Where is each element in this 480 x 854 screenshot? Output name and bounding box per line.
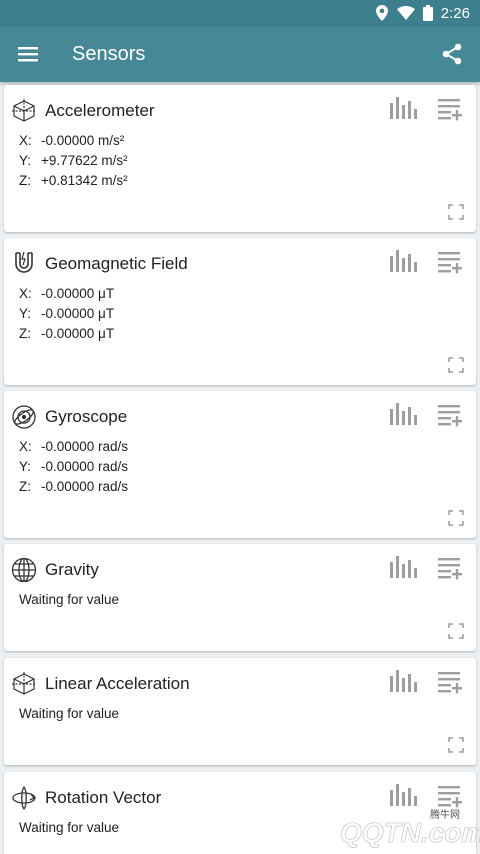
axis-value: -0.00000 rad/s (41, 479, 129, 494)
status-bar: 2:26 (0, 0, 480, 26)
sensor-name: Rotation Vector (45, 788, 162, 807)
battery-icon (422, 5, 433, 21)
watermark-sub: 腾牛网 (430, 808, 460, 821)
hamburger-icon (18, 47, 38, 62)
sensor-values: X: -0.00000 m/s² Y: +9.77622 m/s² Z: +0.813… (19, 131, 128, 191)
share-icon (442, 43, 462, 65)
axis-value: -0.00000 rad/s (41, 439, 129, 454)
sensor-card-linear-acceleration[interactable]: Linear Acceleration Waiting for value (4, 658, 476, 765)
value-row-x: X: -0.00000 μT (19, 284, 114, 304)
sensor-status: Waiting for value (19, 820, 120, 835)
axis-value: -0.00000 rad/s (41, 459, 129, 474)
sensor-status: Waiting for value (19, 706, 120, 721)
location-icon (375, 5, 388, 21)
axis-value: -0.00000 m/s² (41, 133, 125, 148)
bar-chart-icon[interactable] (388, 668, 418, 696)
sensor-card-gravity[interactable]: Gravity Waiting for value (4, 544, 476, 651)
cube-axes-icon (10, 97, 38, 125)
value-row-y: Y: -0.00000 μT (19, 304, 114, 324)
fullscreen-icon[interactable] (448, 204, 464, 220)
sensor-card-geomagnetic-field[interactable]: Geomagnetic Field X: -0.00000 μT Y: -0.000… (4, 238, 476, 385)
axis-label: Y: (19, 459, 32, 474)
axis-value: -0.00000 μT (41, 306, 115, 321)
axis-label: Y: (19, 306, 32, 321)
fullscreen-icon[interactable] (448, 623, 464, 639)
axis-label: X: (19, 439, 32, 454)
axis-label: Z: (19, 326, 31, 341)
axis-label: Z: (19, 173, 31, 188)
sensor-name: Accelerometer (45, 101, 155, 120)
sensor-name: Gyroscope (45, 407, 128, 426)
value-row-z: Z: -0.00000 rad/s (19, 477, 128, 497)
playlist-add-icon[interactable] (436, 248, 464, 276)
gyroscope-icon (10, 403, 38, 431)
value-row-y: Y: -0.00000 rad/s (19, 457, 128, 477)
playlist-add-icon[interactable] (436, 668, 464, 696)
sensor-status: Waiting for value (19, 592, 120, 607)
sensor-name: Gravity (45, 560, 99, 579)
magnet-icon (10, 250, 38, 278)
wifi-icon (396, 6, 415, 20)
bar-chart-icon[interactable] (388, 248, 418, 276)
sensor-card-accelerometer[interactable]: Accelerometer X: -0.00000 m/s² Y: +9.77622… (4, 85, 476, 232)
axis-label: X: (19, 133, 32, 148)
value-row-z: Z: -0.00000 μT (19, 324, 114, 344)
status-time: 2:26 (440, 4, 470, 22)
playlist-add-icon[interactable] (436, 95, 464, 123)
share-button[interactable] (424, 26, 480, 82)
axis-value: -0.00000 μT (41, 326, 115, 341)
fullscreen-icon[interactable] (448, 737, 464, 753)
bar-chart-icon[interactable] (388, 95, 418, 123)
sensor-values: X: -0.00000 μT Y: -0.00000 μT Z: -0.00000 μ… (19, 284, 114, 344)
value-row-y: Y: +9.77622 m/s² (19, 151, 128, 171)
value-row-x: X: -0.00000 rad/s (19, 437, 128, 457)
fullscreen-icon[interactable] (448, 357, 464, 373)
axis-label: Z: (19, 479, 31, 494)
bar-chart-icon[interactable] (388, 554, 418, 582)
app-bar: Sensors (0, 26, 480, 82)
sensor-card-gyroscope[interactable]: Gyroscope X: -0.00000 rad/s Y: -0.00000 ra… (4, 391, 476, 538)
playlist-add-icon[interactable] (436, 554, 464, 582)
menu-button[interactable] (0, 26, 56, 82)
watermark-text: QQTN.com (340, 817, 480, 848)
axis-value: +9.77622 m/s² (41, 153, 128, 168)
fullscreen-icon[interactable] (448, 510, 464, 526)
value-row-x: X: -0.00000 m/s² (19, 131, 128, 151)
sensor-name: Geomagnetic Field (45, 254, 188, 273)
rotation-icon (10, 784, 38, 812)
axis-label: Y: (19, 153, 32, 168)
axis-value: -0.00000 μT (41, 286, 115, 301)
qqtn-watermark: QQTN.com 腾牛网 (292, 804, 480, 854)
axis-label: X: (19, 286, 32, 301)
sensor-values: X: -0.00000 rad/s Y: -0.00000 rad/s Z: -0.0… (19, 437, 128, 497)
globe-icon (10, 556, 38, 584)
value-row-z: Z: +0.81342 m/s² (19, 171, 128, 191)
sensor-name: Linear Acceleration (45, 674, 190, 693)
axis-value: +0.81342 m/s² (41, 173, 128, 188)
page-title: Sensors (72, 42, 146, 65)
playlist-add-icon[interactable] (436, 401, 464, 429)
cube-axes-icon (10, 670, 38, 698)
bar-chart-icon[interactable] (388, 401, 418, 429)
